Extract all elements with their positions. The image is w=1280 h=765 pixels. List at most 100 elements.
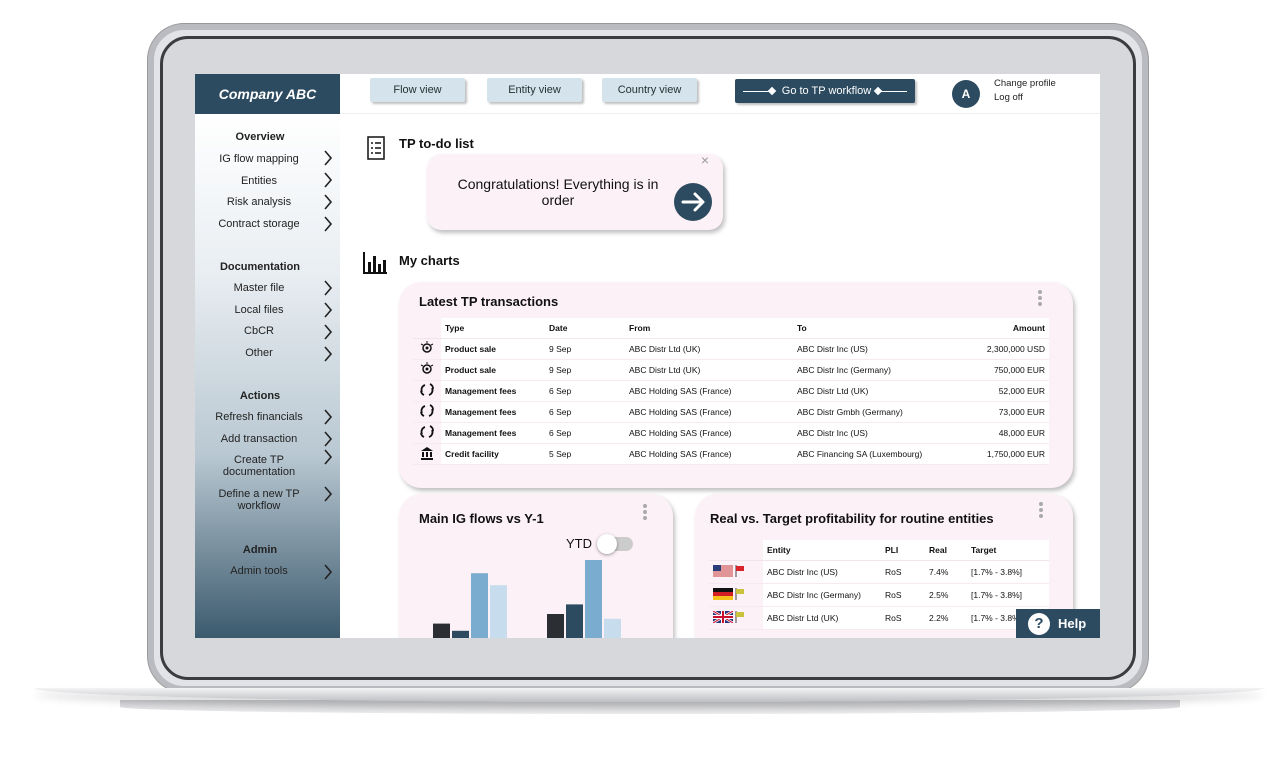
table-row[interactable]: ABC Distr Ltd (UK) RoS 2.2% [1.7% - 3.8%]: [709, 606, 1049, 630]
cell-type: Management fees: [441, 422, 545, 444]
column-header-entity: Entity: [763, 540, 881, 561]
table-row[interactable]: Management fees 6 Sep ABC Holding SAS (Fra…: [413, 401, 1049, 423]
cell-type: Credit facility: [441, 443, 545, 465]
table-row[interactable]: ABC Distr Inc (US) RoS 7.4% [1.7% - 3.8%]: [709, 560, 1049, 584]
toggle-knob: [597, 534, 617, 554]
help-button[interactable]: ? Help: [1016, 609, 1100, 638]
table-row[interactable]: ABC Distr Inc (Germany) RoS 2.5% [1.7% - 3.…: [709, 583, 1049, 607]
left-arrow-line-icon: [742, 86, 777, 95]
cell-from: ABC Holding SAS (France): [625, 401, 793, 423]
cell-date: 6 Sep: [545, 401, 625, 423]
profitability-more-options-icon[interactable]: [1039, 502, 1043, 520]
company-name: Company ABC: [195, 74, 340, 114]
table-row[interactable]: Management fees 6 Sep ABC Holding SAS (Fra…: [413, 422, 1049, 444]
cell-date: 9 Sep: [545, 338, 625, 360]
column-header-real: Real: [925, 540, 967, 561]
question-icon: ?: [1028, 612, 1050, 635]
chevron-right-icon[interactable]: [323, 431, 333, 447]
chevron-right-icon[interactable]: [323, 486, 333, 502]
cell-to: ABC Distr Inc (US): [793, 422, 963, 444]
sidebar-item-admin-tools[interactable]: Admin tools: [205, 565, 313, 577]
ytd-toggle[interactable]: [597, 534, 633, 554]
right-arrow-line-icon: [873, 86, 908, 95]
chevron-right-icon[interactable]: [323, 346, 333, 362]
go-to-tp-workflow-button[interactable]: Go to TP workflow: [735, 79, 915, 103]
country-view-button[interactable]: Country view: [602, 78, 697, 102]
sidebar-item-cbcr[interactable]: CbCR: [205, 325, 313, 337]
profitability-title: Real vs. Target profitability for routin…: [710, 511, 994, 526]
table-row[interactable]: Product sale 9 Sep ABC Distr Ltd (UK) ABC D…: [413, 338, 1049, 360]
sidebar-item-master-file[interactable]: Master file: [205, 282, 313, 294]
sidebar-item-refresh-financials[interactable]: Refresh financials: [205, 411, 313, 423]
chevron-right-icon[interactable]: [323, 172, 333, 188]
chart-bar: [585, 560, 602, 638]
cell-to: ABC Distr Inc (Germany): [793, 359, 963, 381]
table-row[interactable]: Product sale 9 Sep ABC Distr Ltd (UK) ABC D…: [413, 359, 1049, 381]
cell-type: Product sale: [441, 338, 545, 360]
icon-column-header: [413, 318, 441, 339]
uk-flag-icon: [712, 609, 734, 625]
table-row[interactable]: Credit facility 5 Sep ABC Holding SAS (Fra…: [413, 443, 1049, 465]
flow-view-button[interactable]: Flow view: [370, 78, 465, 102]
cell-type: Management fees: [441, 380, 545, 402]
column-header-target: Target: [967, 540, 1049, 561]
arrow-right-icon[interactable]: [674, 183, 712, 221]
status-flag-icon: [735, 564, 745, 577]
product-icon: [413, 359, 441, 381]
more-options-icon[interactable]: [1038, 290, 1042, 308]
transactions-table: Type Date From To Amount Product sale 9 S…: [413, 318, 1049, 465]
todo-title: TP to-do list: [399, 136, 474, 151]
chevron-right-icon[interactable]: [323, 194, 333, 210]
chevron-right-icon[interactable]: [323, 302, 333, 318]
avatar[interactable]: A: [952, 80, 980, 108]
cell-real: 2.5%: [925, 583, 967, 607]
sidebar-item-ig-flow-mapping[interactable]: IG flow mapping: [205, 153, 313, 165]
cell-real: 7.4%: [925, 560, 967, 584]
help-label: Help: [1058, 616, 1087, 631]
chevron-right-icon[interactable]: [323, 324, 333, 340]
sidebar-item-other[interactable]: Other: [205, 347, 313, 359]
sidebar-item-define-tp-workflow[interactable]: Define a new TP workflow: [205, 488, 313, 512]
close-icon[interactable]: ×: [701, 152, 709, 168]
status-flag-icon: [735, 610, 745, 623]
cell-amount: 750,000 EUR: [963, 359, 1049, 381]
chevron-right-icon[interactable]: [323, 280, 333, 296]
cell-pli: RoS: [881, 606, 925, 630]
table-row[interactable]: Management fees 6 Sep ABC Holding SAS (Fra…: [413, 380, 1049, 402]
cell-type: Product sale: [441, 359, 545, 381]
sidebar-item-risk-analysis[interactable]: Risk analysis: [205, 196, 313, 208]
chevron-right-icon[interactable]: [323, 564, 333, 580]
sidebar-section-actions: Actions: [239, 390, 281, 402]
entity-view-button[interactable]: Entity view: [487, 78, 582, 102]
chevron-right-icon[interactable]: [323, 409, 333, 425]
cell-date: 6 Sep: [545, 422, 625, 444]
cell-amount: 2,300,000 USD: [963, 338, 1049, 360]
flag-cell: [709, 583, 763, 607]
flows-card: Main IG flows vs Y-1 YTD: [399, 494, 673, 638]
chevron-right-icon[interactable]: [323, 449, 333, 465]
log-off-link[interactable]: Log off: [994, 92, 1023, 103]
cell-entity: ABC Distr Inc (Germany): [763, 583, 881, 607]
flows-title: Main IG flows vs Y-1: [419, 511, 544, 526]
chart-bar: [604, 618, 621, 638]
column-header-amount: Amount: [963, 318, 1049, 339]
flows-more-options-icon[interactable]: [643, 504, 647, 522]
chevron-right-icon[interactable]: [323, 216, 333, 232]
sidebar-section-documentation: Documentation: [219, 261, 301, 273]
sidebar-item-local-files[interactable]: Local files: [205, 304, 313, 316]
sidebar-item-contract-storage[interactable]: Contract storage: [205, 218, 313, 230]
sidebar-item-entities[interactable]: Entities: [205, 175, 313, 187]
cell-real: 2.2%: [925, 606, 967, 630]
sidebar-item-add-transaction[interactable]: Add transaction: [205, 433, 313, 445]
chevron-right-icon[interactable]: [323, 150, 333, 166]
de-flag-icon: [713, 587, 733, 602]
cell-entity: ABC Distr Inc (US): [763, 560, 881, 584]
app-screen: Company ABC Overview IG flow mapping Ent…: [195, 74, 1100, 638]
cell-to: ABC Distr Gmbh (Germany): [793, 401, 963, 423]
us-flag-icon: [713, 564, 733, 579]
sidebar-item-create-tp-documentation[interactable]: Create TP documentation: [205, 454, 313, 478]
flag-cell: [709, 560, 763, 584]
change-profile-link[interactable]: Change profile: [994, 78, 1056, 89]
profitability-table: Entity PLI Real Target ABC Distr Inc (US…: [709, 540, 1049, 630]
ytd-label: YTD: [566, 536, 592, 551]
